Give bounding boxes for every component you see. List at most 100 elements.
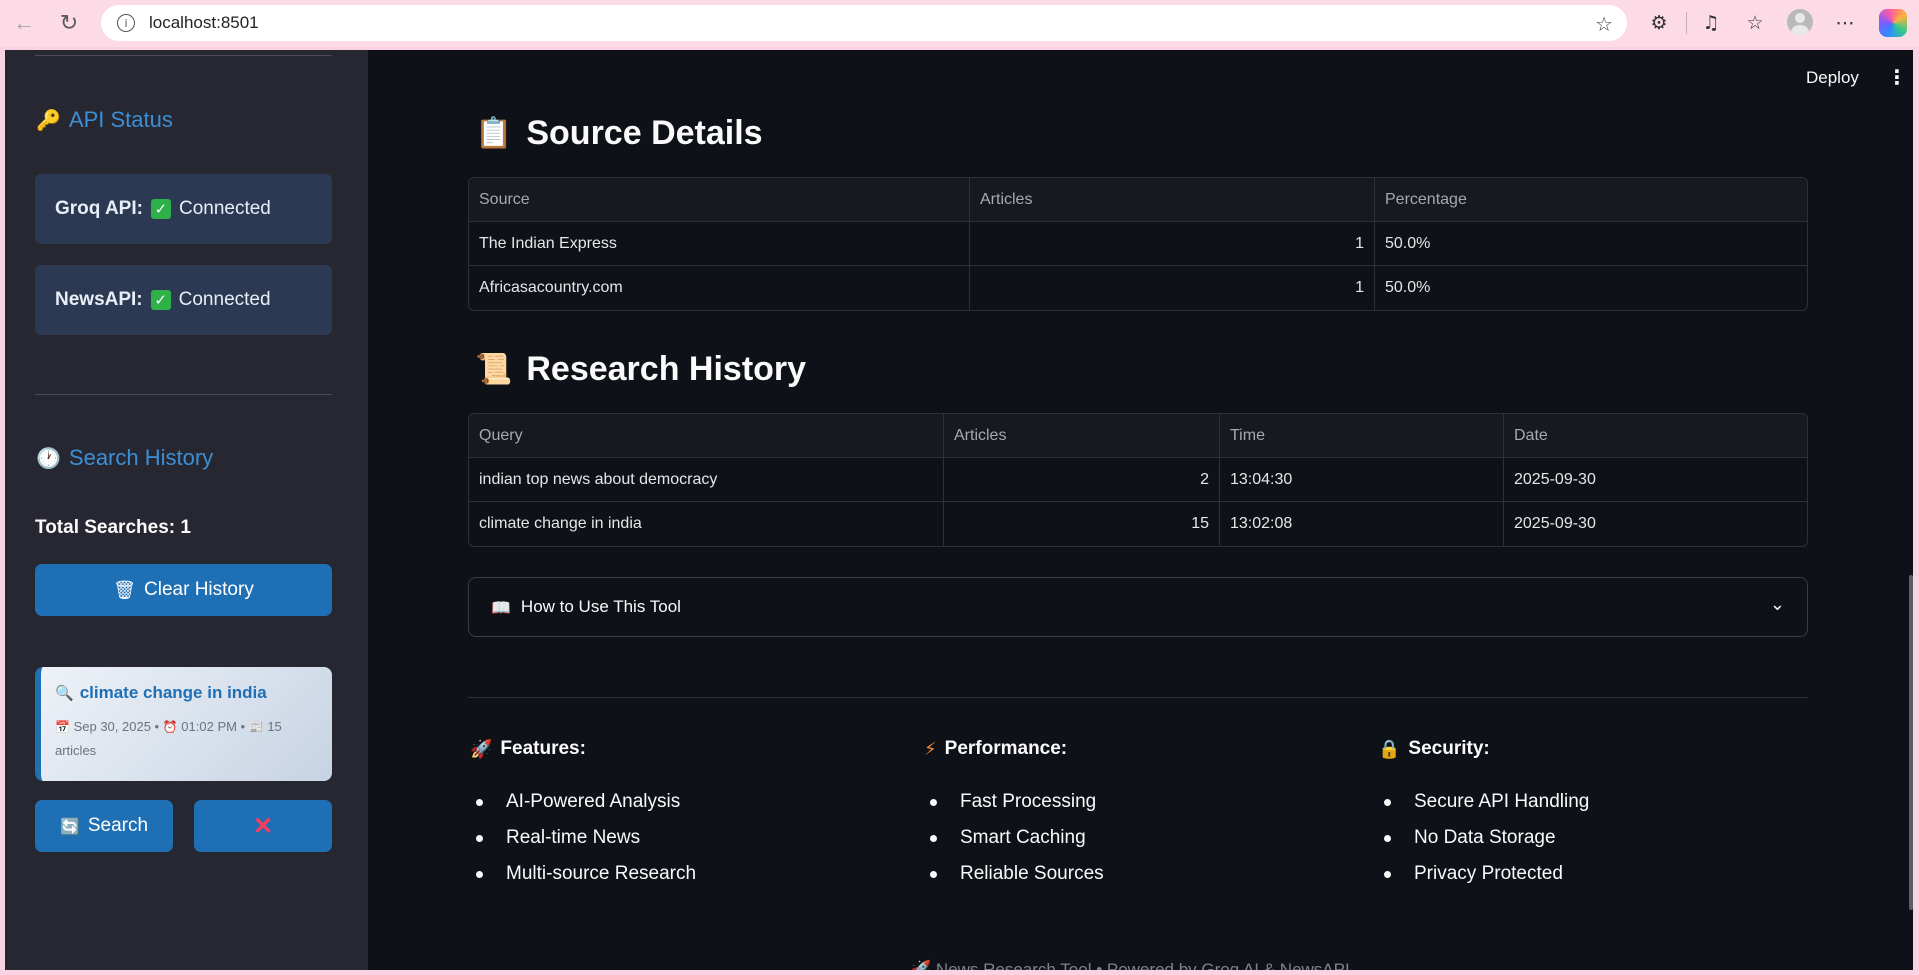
copilot-icon[interactable]	[1879, 9, 1907, 37]
refresh-icon: 🔄	[59, 816, 80, 836]
magnifier-icon: 🔍	[55, 684, 74, 702]
table-cell: 2025-09-30	[1514, 470, 1596, 488]
back-icon[interactable]: ←	[7, 6, 41, 40]
column-header[interactable]: Time	[1220, 414, 1504, 457]
table-cell: 2	[944, 458, 1220, 501]
sidebar: 🔑 API Status Groq API: ✓ Connected NewsA…	[5, 50, 368, 970]
history-item-query[interactable]: 🔍 climate change in india	[55, 683, 332, 703]
performance-column: ⚡ Performance: Fast Processing Smart Cac…	[924, 738, 1354, 892]
table-cell: 2025-09-30	[1514, 515, 1596, 532]
check-icon: ✓	[150, 199, 171, 219]
features-list: AI-Powered Analysis Real-time News Multi…	[470, 784, 900, 892]
status-name: Groq API:	[55, 198, 143, 219]
list-item: Secure API Handling	[1378, 784, 1808, 820]
status-value: Connected	[178, 289, 271, 310]
table-cell: Africasacountry.com	[469, 266, 970, 310]
key-icon: 🔑	[36, 108, 61, 132]
api-status-heading: 🔑 API Status	[36, 107, 173, 132]
address-bar[interactable]: i localhost:8501 ☆	[101, 5, 1627, 41]
how-to-use-expander[interactable]: 📖 How to Use This Tool ⌄	[468, 577, 1808, 637]
column-header[interactable]: Articles	[970, 178, 1375, 221]
table-cell: 1	[970, 266, 1375, 310]
table-row[interactable]: climate change in india 15 13:02:08 2025…	[469, 502, 1807, 546]
expander-label: How to Use This Tool	[520, 597, 681, 616]
book-icon: 📖	[491, 597, 511, 617]
security-list: Secure API Handling No Data Storage Priv…	[1378, 784, 1808, 892]
newspaper-icon: 📰	[248, 720, 264, 734]
performance-list: Fast Processing Smart Caching Reliable S…	[924, 784, 1354, 892]
deploy-button[interactable]: Deploy	[1806, 68, 1859, 88]
table-cell: 15	[944, 502, 1220, 546]
lightning-icon: ⚡	[924, 738, 937, 760]
security-heading: 🔒 Security:	[1378, 738, 1490, 760]
table-header: Source Articles Percentage	[469, 178, 1807, 222]
list-item: AI-Powered Analysis	[470, 784, 900, 820]
list-item: Smart Caching	[924, 820, 1354, 856]
site-info-icon[interactable]: i	[117, 14, 135, 32]
extensions-icon[interactable]: ⚙	[1645, 9, 1673, 37]
calendar-icon: 📅	[55, 720, 70, 734]
research-history-heading: 📜 Research History	[475, 350, 807, 388]
search-history-heading: 🕐 Search History	[36, 445, 214, 470]
list-item: Multi-source Research	[470, 856, 900, 892]
clock-icon: 🕐	[36, 446, 61, 470]
column-header[interactable]: Query	[469, 414, 944, 457]
list-item: Real-time News	[470, 820, 900, 856]
features-column: 🚀 Features: AI-Powered Analysis Real-tim…	[470, 738, 900, 892]
history-item-meta: 📅 Sep 30, 2025 • ⏰ 01:02 PM • 📰 15 artic…	[55, 719, 282, 758]
search-again-button[interactable]: 🔄 Search	[35, 800, 173, 852]
delete-history-item-button[interactable]: ✕	[194, 800, 332, 852]
total-searches: Total Searches: 1	[35, 517, 191, 538]
table-row[interactable]: indian top news about democracy 2 13:04:…	[469, 458, 1807, 502]
table-cell: 13:02:08	[1220, 502, 1504, 546]
scroll-icon: 📜	[475, 352, 513, 387]
table-cell: 1	[970, 222, 1375, 265]
sidebar-divider	[35, 394, 332, 395]
column-header[interactable]: Source	[469, 178, 970, 221]
sidebar-divider	[35, 55, 332, 56]
favorite-star-icon[interactable]: ☆	[1595, 12, 1613, 36]
list-item: Fast Processing	[924, 784, 1354, 820]
column-header[interactable]: Percentage	[1375, 178, 1807, 221]
newsapi-status-card: NewsAPI: ✓ Connected	[35, 265, 332, 335]
chevron-down-icon: ⌄	[1769, 594, 1785, 615]
status-name: NewsAPI:	[55, 289, 143, 310]
reload-icon[interactable]: ↻	[52, 6, 86, 40]
url-text: localhost:8501	[149, 13, 259, 32]
check-icon: ✓	[150, 290, 171, 310]
streamlit-app: 🔑 API Status Groq API: ✓ Connected NewsA…	[5, 50, 1913, 970]
list-item: No Data Storage	[1378, 820, 1808, 856]
trash-icon: 🗑	[113, 579, 137, 601]
groq-status-card: Groq API: ✓ Connected	[35, 174, 332, 244]
list-item: Reliable Sources	[924, 856, 1354, 892]
table-cell: indian top news about democracy	[469, 458, 944, 501]
favorites-icon[interactable]: ☆	[1741, 9, 1769, 37]
table-cell: The Indian Express	[469, 222, 970, 265]
table-cell: 50.0%	[1385, 234, 1431, 252]
main-menu-icon[interactable]: ⋮	[1887, 65, 1907, 89]
rocket-icon: 🚀	[470, 738, 493, 760]
more-options-icon[interactable]: ⋯	[1831, 9, 1859, 37]
read-aloud-icon[interactable]: ♫	[1697, 9, 1725, 37]
toolbar-divider	[1686, 12, 1687, 34]
table-header: Query Articles Time Date	[469, 414, 1807, 458]
features-heading: 🚀 Features:	[470, 738, 586, 760]
scrollbar-thumb[interactable]	[1909, 575, 1913, 910]
alarm-clock-icon: ⏰	[162, 720, 178, 734]
table-cell: 13:04:30	[1220, 458, 1504, 501]
clipboard-icon: 📋	[475, 116, 513, 151]
clear-history-button[interactable]: 🗑 Clear History	[35, 564, 332, 616]
table-cell: 50.0%	[1385, 279, 1431, 296]
column-header[interactable]: Date	[1504, 414, 1807, 457]
section-divider	[468, 697, 1808, 698]
history-item-card: 🔍 climate change in india 📅 Sep 30, 2025…	[35, 667, 332, 781]
research-history-table: Query Articles Time Date indian top news…	[468, 413, 1808, 547]
profile-avatar[interactable]	[1787, 9, 1813, 35]
column-header[interactable]: Articles	[944, 414, 1220, 457]
status-value: Connected	[178, 198, 271, 219]
source-details-table: Source Articles Percentage The Indian Ex…	[468, 177, 1808, 311]
performance-heading: ⚡ Performance:	[924, 738, 1068, 760]
table-row[interactable]: Africasacountry.com 1 50.0%	[469, 266, 1807, 310]
table-cell: climate change in india	[469, 502, 944, 546]
table-row[interactable]: The Indian Express 1 50.0%	[469, 222, 1807, 266]
